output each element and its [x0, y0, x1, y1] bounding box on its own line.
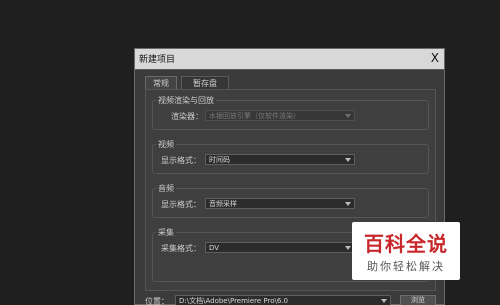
video-format-label: 显示格式：: [161, 156, 201, 165]
renderer-select: 水银回放引擎（仅软件渲染）: [205, 110, 355, 121]
chevron-down-icon: [345, 114, 351, 118]
watermark-logo: 百科全说 助你轻松解决: [352, 222, 460, 280]
video-format-select[interactable]: 时间码: [205, 154, 355, 165]
browse-button[interactable]: 浏览: [400, 295, 436, 305]
video-group-title: 视频: [156, 139, 176, 150]
desktop-background: 新建项目 X 常规 暂存盘 视频渲染与回放 渲染器： 水银回放引擎（仅软件渲染）…: [0, 0, 500, 305]
capture-format-select[interactable]: DV: [205, 242, 355, 253]
audio-group-title: 音频: [156, 183, 176, 194]
watermark-title: 百科全说: [364, 232, 448, 256]
capture-format-value: DV: [209, 244, 220, 252]
watermark-subtitle: 助你轻松解决: [367, 260, 445, 273]
location-row: 位置： D:\文档\Adobe\Premiere Pro\6.0 浏览: [135, 295, 444, 305]
renderer-label: 渲染器：: [171, 112, 203, 121]
close-button[interactable]: X: [431, 51, 439, 65]
tab-scratch-disks[interactable]: 暂存盘: [181, 76, 229, 90]
chevron-down-icon: [345, 202, 351, 206]
audio-format-value: 音频采样: [209, 200, 237, 208]
location-label: 位置：: [145, 297, 169, 305]
chevron-down-icon: [381, 299, 387, 303]
audio-format-label: 显示格式：: [161, 200, 201, 209]
audio-group: 音频 显示格式： 音频采样: [152, 183, 429, 218]
video-render-group: 视频渲染与回放 渲染器： 水银回放引擎（仅软件渲染）: [152, 95, 429, 130]
location-value: D:\文档\Adobe\Premiere Pro\6.0: [179, 297, 289, 305]
capture-group-title: 采集: [156, 227, 176, 238]
dialog-titlebar: 新建项目 X: [135, 49, 444, 70]
chevron-down-icon: [345, 246, 351, 250]
dialog-title: 新建项目: [139, 55, 176, 65]
location-select[interactable]: D:\文档\Adobe\Premiere Pro\6.0: [175, 295, 391, 305]
tab-general[interactable]: 常规: [145, 76, 177, 90]
video-group: 视频 显示格式： 时间码: [152, 139, 429, 174]
audio-format-select[interactable]: 音频采样: [205, 198, 355, 209]
renderer-value: 水银回放引擎（仅软件渲染）: [209, 112, 300, 120]
video-render-group-title: 视频渲染与回放: [156, 95, 216, 106]
capture-format-label: 采集格式：: [161, 244, 201, 253]
chevron-down-icon: [345, 158, 351, 162]
video-format-value: 时间码: [209, 156, 230, 164]
